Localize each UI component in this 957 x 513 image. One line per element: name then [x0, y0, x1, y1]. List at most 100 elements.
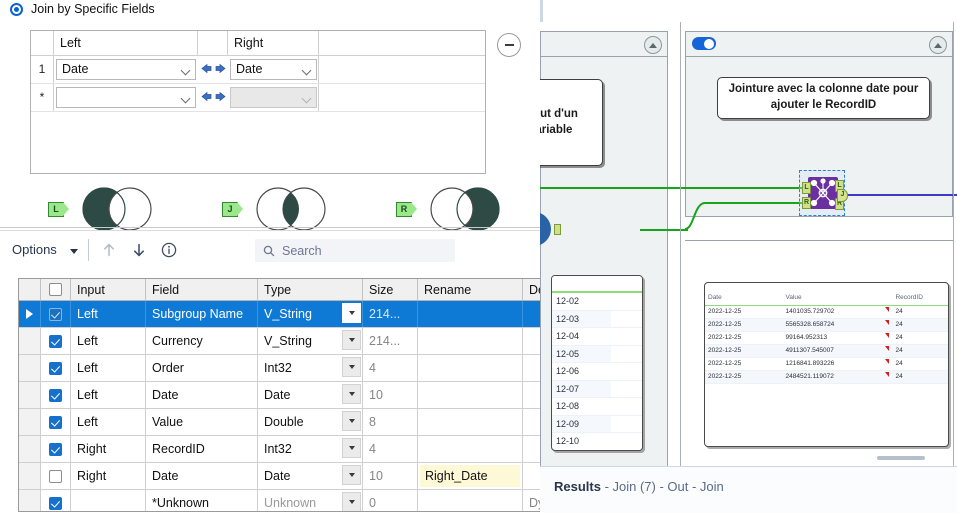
swap-arrows[interactable]: [200, 62, 227, 75]
cell-desc: Dyn: [523, 490, 540, 512]
venn-right-output[interactable]: R: [396, 186, 511, 232]
table-row[interactable]: LeftCurrencyV_String214...: [19, 328, 540, 355]
arrow-left-icon[interactable]: [200, 62, 213, 75]
data-preview-right[interactable]: DateValueRecordID 2022-12-251401035.7297…: [704, 282, 949, 447]
cell-type[interactable]: Unknown: [258, 490, 363, 512]
cell-rename[interactable]: Right_Date: [418, 463, 523, 489]
type-dropdown-button[interactable]: [342, 465, 361, 485]
arrow-down-icon[interactable]: [130, 241, 148, 259]
field-include-checkbox[interactable]: [49, 497, 62, 510]
cell-rename[interactable]: [418, 301, 523, 327]
venn-join-output[interactable]: J: [222, 186, 337, 232]
container-title-bar-left: [541, 32, 667, 57]
arrow-right-icon[interactable]: [214, 62, 227, 75]
cell-type[interactable]: Int32: [258, 436, 363, 462]
field-options-toolbar: Options Search: [0, 234, 540, 268]
join-mode-radio[interactable]: Join by Specific Fields: [10, 2, 155, 16]
preview-row: 12-02: [552, 293, 642, 311]
row-checkbox-cell[interactable]: [41, 463, 71, 489]
cell-type[interactable]: Int32: [258, 355, 363, 381]
field-include-checkbox[interactable]: [49, 335, 62, 348]
join-input-port-l[interactable]: L: [802, 182, 811, 194]
col-header-selectall[interactable]: [41, 279, 71, 300]
cell-type[interactable]: Double: [258, 409, 363, 435]
upstream-output-anchor[interactable]: [554, 224, 561, 235]
venn-left-output[interactable]: L: [48, 186, 163, 232]
left-field-select[interactable]: Date: [56, 59, 196, 80]
cell-type[interactable]: V_String: [258, 328, 363, 354]
options-button[interactable]: Options: [12, 242, 57, 257]
cell-input: Left: [71, 328, 146, 354]
cell-rename[interactable]: [418, 490, 523, 512]
container-enable-toggle[interactable]: [692, 37, 716, 50]
cell-rename[interactable]: [418, 382, 523, 408]
remove-join-field-button[interactable]: [497, 33, 521, 57]
results-label: Results - Join (7) - Out - Join: [554, 479, 724, 494]
join-input-port-r[interactable]: R: [802, 197, 811, 209]
table-row[interactable]: *UnknownUnknown0Dyn: [19, 490, 540, 512]
row-checkbox-cell[interactable]: [41, 328, 71, 354]
type-dropdown-button[interactable]: [342, 384, 361, 404]
annotation-note-left[interactable]: et ajout d'un te variable: [540, 79, 603, 166]
cell-field: Order: [146, 355, 258, 381]
table-row[interactable]: LeftOrderInt324: [19, 355, 540, 382]
row-checkbox-cell[interactable]: [41, 490, 71, 512]
table-row[interactable]: LeftDateDate10: [19, 382, 540, 409]
field-include-checkbox[interactable]: [49, 308, 62, 321]
cell-rename[interactable]: [418, 355, 523, 381]
field-include-checkbox[interactable]: [49, 416, 62, 429]
data-preview-left[interactable]: 12-0212-0312-0412-0512-0612-0712-0812-09…: [551, 275, 643, 451]
arrow-up-icon[interactable]: [100, 241, 118, 259]
table-row[interactable]: RightRecordIDInt324: [19, 436, 540, 463]
cell-rename[interactable]: [418, 328, 523, 354]
type-dropdown-button[interactable]: [342, 411, 361, 431]
row-number: 1: [31, 56, 53, 83]
row-checkbox-cell[interactable]: [41, 409, 71, 435]
collapse-button-right[interactable]: [929, 36, 947, 54]
rename-value[interactable]: Right_Date: [420, 465, 520, 487]
row-checkbox-cell[interactable]: [41, 382, 71, 408]
field-include-checkbox[interactable]: [49, 443, 62, 456]
type-dropdown-button[interactable]: [342, 438, 361, 458]
preview-cell-blank: [611, 433, 642, 450]
join-output-port-j[interactable]: J: [837, 189, 848, 202]
field-include-checkbox[interactable]: [49, 362, 62, 375]
field-include-checkbox[interactable]: [49, 389, 62, 402]
type-dropdown-button[interactable]: [342, 330, 361, 350]
cell-desc: [523, 355, 540, 381]
horizontal-scrollbar-thumb[interactable]: [877, 456, 925, 460]
panel-edge: [540, 0, 543, 22]
chevron-down-icon[interactable]: [70, 249, 78, 254]
arrow-left-icon[interactable]: [200, 90, 213, 103]
info-icon[interactable]: [160, 241, 178, 259]
annotation-note-right[interactable]: Jointure avec la colonne date pour ajout…: [717, 77, 930, 119]
row-checkbox-cell[interactable]: [41, 301, 71, 327]
type-dropdown-button[interactable]: [342, 303, 361, 323]
table-row[interactable]: LeftSubgroup NameV_String214...: [19, 301, 540, 328]
results-status-bar: Results - Join (7) - Out - Join: [540, 466, 957, 513]
type-dropdown-button[interactable]: [342, 357, 361, 377]
right-column-header: Right: [228, 31, 318, 55]
cell-rename[interactable]: [418, 409, 523, 435]
select-all-checkbox[interactable]: [49, 283, 62, 296]
search-input[interactable]: Search: [255, 239, 455, 262]
row-indicator-cell: [19, 328, 41, 354]
cell-input: Right: [71, 463, 146, 489]
table-row[interactable]: LeftValueDouble8: [19, 409, 540, 436]
row-checkbox-cell[interactable]: [41, 355, 71, 381]
field-include-checkbox[interactable]: [49, 470, 62, 483]
arrow-right-icon[interactable]: [214, 90, 227, 103]
right-field-select[interactable]: Date: [230, 59, 317, 80]
cell-rename[interactable]: [418, 436, 523, 462]
table-row[interactable]: RightDateDate10Right_Date: [19, 463, 540, 490]
cell-type[interactable]: Date: [258, 382, 363, 408]
row-checkbox-cell[interactable]: [41, 436, 71, 462]
type-dropdown-button[interactable]: [342, 492, 361, 512]
collapse-button-left[interactable]: [644, 36, 662, 54]
cell-input: [71, 490, 146, 512]
cell-type[interactable]: V_String: [258, 301, 363, 327]
swap-arrows-new[interactable]: [200, 90, 227, 103]
cell-type[interactable]: Date: [258, 463, 363, 489]
join-tool-node[interactable]: L R L R J: [799, 170, 845, 216]
left-field-select-new[interactable]: [56, 87, 196, 108]
